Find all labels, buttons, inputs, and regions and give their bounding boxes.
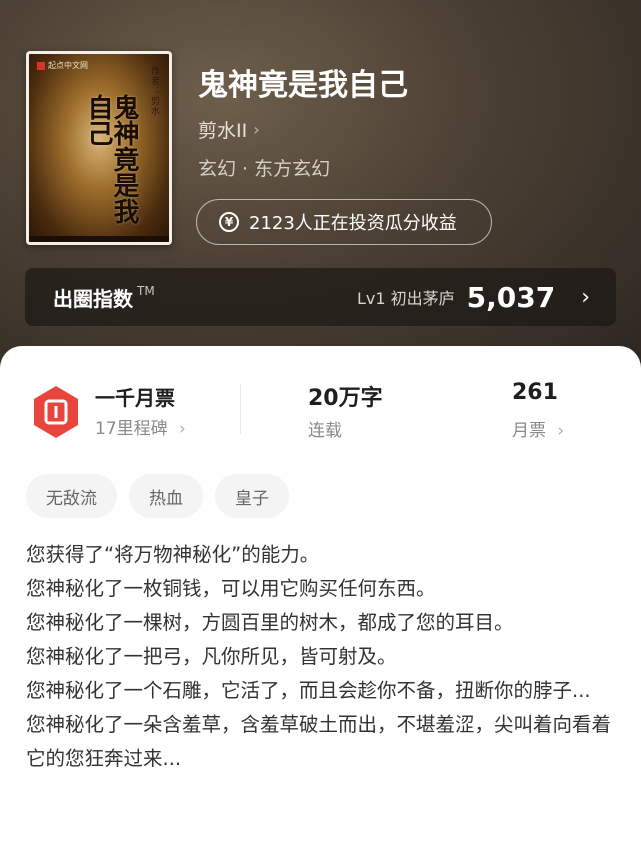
word-count: 20万字 xyxy=(308,386,383,411)
monthly-ticket-title[interactable]: 一千月票 xyxy=(95,382,175,411)
cover-author-text: 作者：剪水 xyxy=(149,66,159,116)
synopsis-line: 您神秘化了一把弓，凡你所见，皆可射及。 xyxy=(26,645,397,668)
milestone-link[interactable]: 17里程碑 › xyxy=(95,414,186,439)
chevron-right-icon: › xyxy=(253,120,260,139)
status-label: 连载 xyxy=(308,421,342,441)
tickets-link[interactable]: 月票 › xyxy=(512,416,564,441)
synopsis-line: 您获得了“将万物神秘化”的能力。 xyxy=(26,543,320,566)
synopsis-line: 您神秘化了一枚铜钱，可以用它购买任何东西。 xyxy=(26,577,436,600)
invest-label: 2123人正在投资瓜分收益 xyxy=(249,213,457,234)
synopsis-line: 您神秘化了一个石雕，它活了，而且会趁你不备，扭断你的脖子... xyxy=(26,679,591,702)
tag-chip[interactable]: 热血 xyxy=(129,474,203,518)
book-title: 鬼神竟是我自己 xyxy=(198,68,408,103)
author-name: 剪水II xyxy=(198,120,248,142)
yen-circle-icon: ¥ xyxy=(219,212,239,232)
cover-publisher-badge: 起点中文网 xyxy=(37,60,88,71)
tag-chip[interactable]: 皇子 xyxy=(215,474,289,518)
popularity-label: 出圈指数 xyxy=(53,286,133,311)
trademark-mark: TM xyxy=(137,284,155,298)
book-genre[interactable]: 玄幻 · 东方玄幻 xyxy=(198,154,330,181)
tag-chip[interactable]: 无敌流 xyxy=(26,474,117,518)
book-synopsis[interactable]: 您获得了“将万物神秘化”的能力。 您神秘化了一枚铜钱，可以用它购买任何东西。 您… xyxy=(26,538,616,776)
author-link[interactable]: 剪水II › xyxy=(198,116,260,143)
chevron-right-icon: › xyxy=(179,419,186,439)
stats-divider xyxy=(240,384,241,434)
invest-button[interactable]: ¥ 2123人正在投资瓜分收益 xyxy=(196,199,492,245)
synopsis-line: 您神秘化了一朵含羞草，含羞草破土而出，不堪羞涩，尖叫着向看着它的您狂奔过来... xyxy=(26,713,612,770)
popularity-score: 5,037 xyxy=(466,280,556,314)
popularity-level: Lv1 初出茅庐 xyxy=(356,289,455,308)
ticket-count[interactable]: 261 xyxy=(512,380,558,405)
book-cover[interactable]: 起点中文网 鬼神竟是我自己 作者：剪水 xyxy=(26,51,172,245)
chevron-right-icon: › xyxy=(557,421,565,441)
cover-title-art: 鬼神竟是我自己 xyxy=(83,94,139,224)
synopsis-line: 您神秘化了一棵树，方圆百里的树木，都成了您的耳目。 xyxy=(26,611,514,634)
ticket-badge-icon xyxy=(34,386,78,438)
popularity-bar[interactable]: 出圈指数 TM Lv1 初出茅庐 5,037 › xyxy=(25,268,616,326)
tag-list: 无敌流 热血 皇子 xyxy=(26,474,289,518)
chevron-right-icon: › xyxy=(581,284,590,310)
